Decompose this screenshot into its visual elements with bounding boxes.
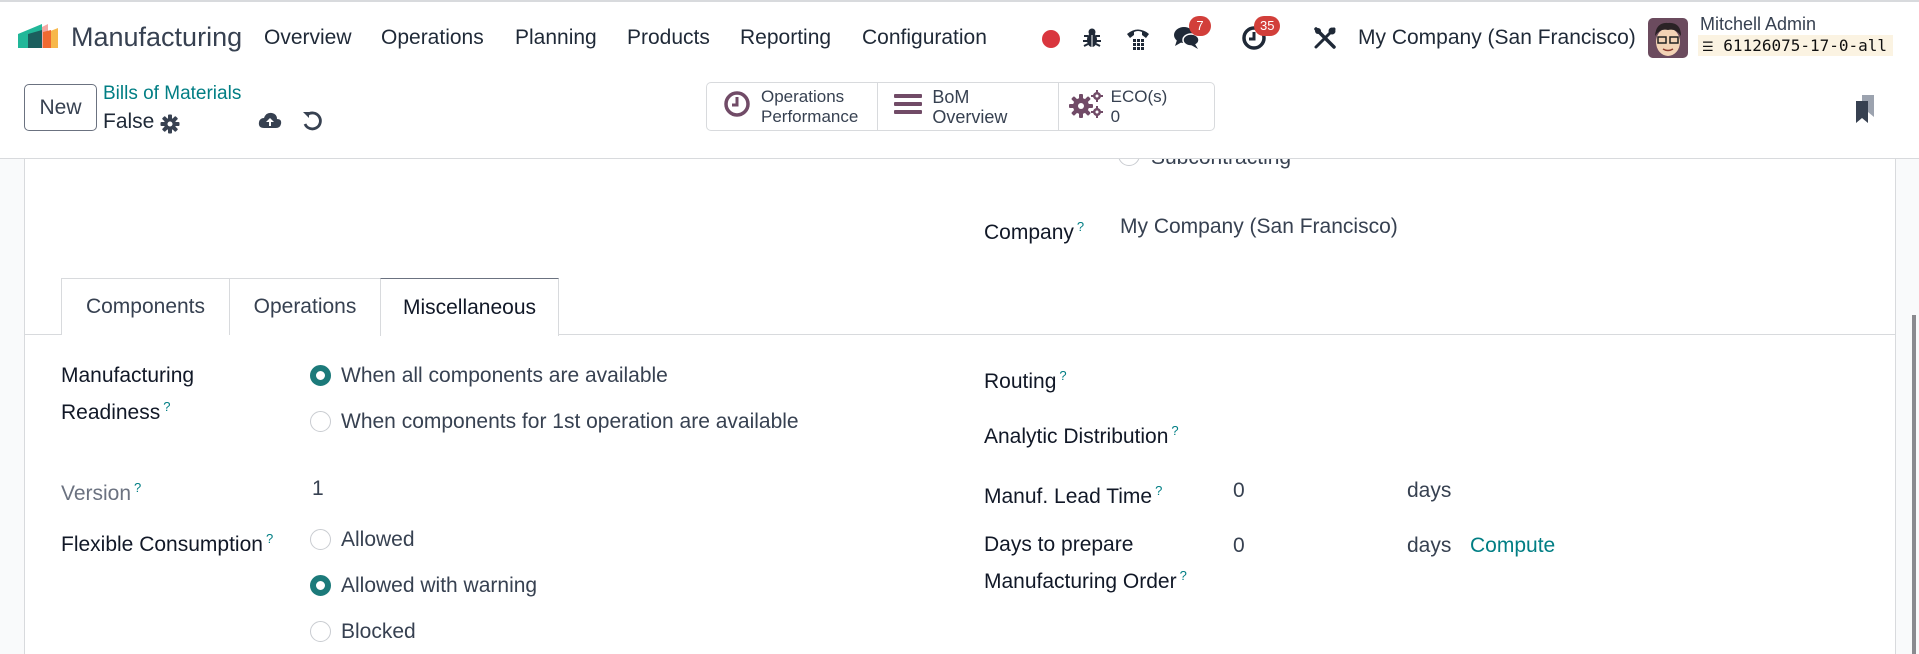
- phone-icon[interactable]: [1124, 24, 1152, 52]
- manuf-lead-time-label: Manuf. Lead Time?: [984, 475, 1162, 512]
- help-icon[interactable]: ?: [1059, 368, 1066, 383]
- navbar: Manufacturing Overview Operations Planni…: [0, 2, 1919, 72]
- user-avatar[interactable]: [1648, 18, 1688, 58]
- chat-icon[interactable]: 7: [1173, 16, 1211, 52]
- menu-planning[interactable]: Planning: [515, 26, 597, 50]
- readiness-option-all-components[interactable]: When all components are available: [341, 364, 668, 388]
- user-name[interactable]: Mitchell Admin: [1700, 14, 1816, 35]
- readiness-radio-first-operation[interactable]: [310, 411, 331, 432]
- readiness-label-line2: Readiness?: [61, 391, 194, 428]
- company-switcher[interactable]: My Company (San Francisco): [1358, 26, 1636, 50]
- smart-button-line2: Performance: [761, 106, 859, 126]
- bookmark-icon[interactable]: [1852, 95, 1880, 131]
- operations-performance-button[interactable]: Operations Performance: [707, 83, 879, 130]
- help-icon[interactable]: ?: [1155, 483, 1162, 498]
- flexible-option-allowed[interactable]: Allowed: [341, 528, 415, 552]
- eco-button[interactable]: ECO(s) 0: [1059, 83, 1214, 130]
- app-name[interactable]: Manufacturing: [71, 22, 242, 53]
- flexible-option-allowed-with-warning[interactable]: Allowed with warning: [341, 574, 537, 598]
- database-name-text: 61126075-17-0-all: [1723, 36, 1888, 55]
- prepare-label-text: Manufacturing Order: [984, 570, 1177, 593]
- analytic-distribution-label: Analytic Distribution?: [984, 415, 1179, 452]
- compute-button[interactable]: Compute: [1470, 534, 1555, 558]
- tools-icon[interactable]: [1311, 24, 1339, 52]
- menu-products[interactable]: Products: [627, 26, 710, 50]
- prepare-label-line2: Manufacturing Order?: [984, 560, 1187, 597]
- flexible-radio-allowed-with-warning[interactable]: [310, 575, 331, 596]
- flexible-radio-allowed[interactable]: [310, 529, 331, 550]
- flexible-option-blocked[interactable]: Blocked: [341, 620, 416, 644]
- activity-clock-icon[interactable]: 35: [1240, 16, 1281, 52]
- smart-buttons: Operations Performance BoM Overview ECO(…: [706, 82, 1215, 131]
- help-icon[interactable]: ?: [266, 531, 273, 546]
- company-label-text: Company: [984, 221, 1074, 244]
- company-field[interactable]: My Company (San Francisco): [1120, 215, 1398, 239]
- scrollbar-thumb[interactable]: [1912, 315, 1916, 654]
- tab-operations[interactable]: Operations: [229, 278, 381, 335]
- smart-button-line1: BoM Overview: [932, 86, 1008, 127]
- smart-button-line2: 0: [1110, 106, 1121, 126]
- help-icon[interactable]: ?: [1180, 568, 1187, 583]
- flexible-radio-blocked[interactable]: [310, 621, 331, 642]
- routing-label: Routing?: [984, 360, 1067, 397]
- menu-overview[interactable]: Overview: [264, 26, 352, 50]
- database-name: ☰ 61126075-17-0-all: [1698, 35, 1894, 56]
- smart-button-line1: ECO(s): [1110, 86, 1168, 106]
- cogs-icon: [1068, 89, 1105, 125]
- recording-dot-icon[interactable]: [1037, 24, 1065, 52]
- routing-field[interactable]: [1233, 360, 1853, 390]
- database-icon: ☰: [1702, 40, 1714, 55]
- manuf-lead-time-input[interactable]: 0: [1233, 479, 1245, 503]
- lead-time-unit: days: [1407, 479, 1452, 502]
- clock-icon: [723, 90, 751, 124]
- bug-icon[interactable]: [1078, 24, 1106, 52]
- readiness-option-first-operation[interactable]: When components for 1st operation are av…: [341, 410, 799, 434]
- gear-icon[interactable]: [157, 111, 183, 137]
- breadcrumb-bills-of-materials[interactable]: Bills of Materials: [103, 83, 241, 105]
- analytic-distribution-field[interactable]: [1233, 415, 1853, 445]
- help-icon[interactable]: ?: [163, 399, 170, 414]
- version-label-text: Version: [61, 482, 132, 505]
- routing-label-text: Routing: [984, 370, 1057, 393]
- lead-time-label-text: Manuf. Lead Time: [984, 485, 1153, 508]
- messages-badge: 7: [1189, 16, 1211, 36]
- prepare-label-line1: Days to prepare: [984, 533, 1134, 556]
- readiness-radio-all-components[interactable]: [310, 365, 331, 386]
- manufacturing-logo-icon[interactable]: [18, 22, 60, 50]
- save-cloud-icon[interactable]: [257, 108, 283, 134]
- readiness-label-text: Readiness: [61, 401, 161, 424]
- readiness-label-line1: Manufacturing: [61, 364, 195, 387]
- menu-configuration[interactable]: Configuration: [862, 26, 987, 50]
- discard-undo-icon[interactable]: [299, 108, 325, 134]
- form-sheet: [24, 159, 1896, 654]
- help-icon[interactable]: ?: [1077, 219, 1084, 234]
- company-label: Company?: [984, 211, 1084, 248]
- subcontracting-radio[interactable]: [1118, 159, 1140, 166]
- bom-overview-button[interactable]: BoM Overview: [878, 83, 1059, 130]
- flexible-consumption-label: Flexible Consumption?: [61, 523, 273, 560]
- bars-icon: [894, 92, 923, 122]
- analytic-label-text: Analytic Distribution: [984, 425, 1169, 448]
- flexible-label-text: Flexible Consumption: [61, 533, 263, 556]
- record-name: False: [103, 110, 155, 133]
- days-to-prepare-unit: days: [1407, 534, 1452, 557]
- help-icon[interactable]: ?: [134, 480, 141, 495]
- version-label: Version?: [61, 472, 141, 509]
- activities-badge: 35: [1254, 16, 1281, 36]
- menu-operations[interactable]: Operations: [381, 26, 484, 50]
- menu-reporting[interactable]: Reporting: [740, 26, 831, 50]
- smart-button-line1: Operations: [761, 86, 845, 106]
- days-to-prepare-label: Days to prepare Manufacturing Order?: [984, 529, 1187, 597]
- tab-components[interactable]: Components: [61, 278, 230, 335]
- days-to-prepare-input[interactable]: 0: [1233, 534, 1245, 558]
- version-value: 1: [312, 477, 324, 500]
- new-button[interactable]: New: [24, 84, 97, 131]
- manufacturing-readiness-label: Manufacturing Readiness?: [61, 360, 194, 428]
- tab-miscellaneous[interactable]: Miscellaneous: [380, 278, 559, 336]
- help-icon[interactable]: ?: [1171, 423, 1178, 438]
